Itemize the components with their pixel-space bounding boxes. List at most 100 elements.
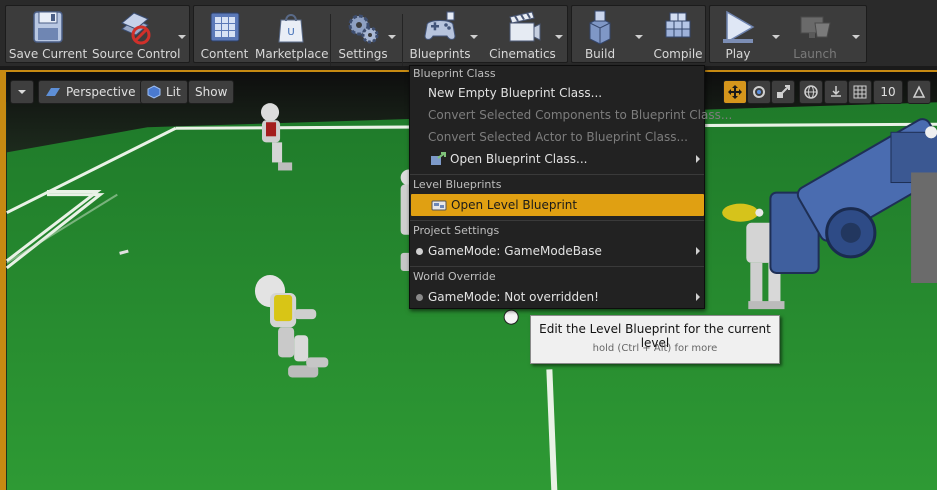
open-blueprint-class-item[interactable]: Open Blueprint Class... [410, 148, 704, 170]
content-button[interactable]: Content [197, 6, 252, 64]
open-blueprint-class-label: Open Blueprint Class... [450, 152, 588, 166]
tooltip-hint: hold (Ctrl + Alt) for more [592, 343, 718, 354]
blueprints-button[interactable]: Blueprints [407, 6, 473, 64]
compile-button[interactable]: Compile [650, 6, 706, 64]
marketplace-bag-icon: U [278, 14, 304, 43]
compile-label: Compile [653, 47, 703, 61]
toolbar-group-play: Play Launch [709, 5, 867, 63]
build-button[interactable]: Build [575, 6, 625, 64]
cinematics-dropdown-icon[interactable] [553, 32, 565, 42]
cinematics-button[interactable]: Cinematics [484, 6, 561, 64]
new-empty-blueprint-class-label: New Empty Blueprint Class... [428, 86, 603, 100]
gamepad-icon [424, 11, 456, 40]
build-dropdown-icon[interactable] [633, 32, 645, 42]
blueprints-dropdown-icon[interactable] [468, 32, 480, 42]
open-level-blueprint-tooltip: Edit the Level Blueprint for the current… [530, 315, 780, 364]
toolbar-separator [330, 14, 331, 66]
settings-button[interactable]: Settings [334, 6, 392, 64]
toolbar-separator [402, 14, 403, 66]
surface-snap-button[interactable] [824, 80, 848, 104]
new-empty-blueprint-class-item[interactable]: New Empty Blueprint Class... [410, 82, 704, 104]
toolbar-group-build: Build Compile [571, 5, 706, 63]
clapperboard-icon [508, 11, 540, 42]
marketplace-button[interactable]: U Marketplace [255, 6, 329, 64]
translate-mode-button[interactable] [723, 80, 747, 104]
gamemode-label: GameMode: GameModeBase [428, 244, 602, 258]
gamemode-override-dot-icon [416, 294, 423, 301]
level-blueprint-icon [431, 200, 447, 211]
lit-button[interactable]: Lit [140, 80, 188, 104]
section-project-settings: Project Settings [413, 224, 500, 237]
source-control-dropdown-icon[interactable] [176, 32, 188, 42]
convert-actor-label: Convert Selected Actor to Blueprint Clas… [428, 130, 688, 144]
convert-components-label: Convert Selected Components to Blueprint… [428, 108, 733, 122]
save-current-button[interactable]: Save Current [8, 6, 88, 64]
convert-actor-item[interactable]: Convert Selected Actor to Blueprint Clas… [410, 126, 704, 148]
content-label: Content [200, 47, 249, 61]
build-blocks-icon [589, 10, 611, 45]
compile-cubes-icon [665, 12, 691, 38]
launch-dropdown-icon[interactable] [850, 32, 862, 42]
build-label: Build [584, 47, 616, 61]
viewport-options-button[interactable] [10, 80, 34, 104]
scale-mode-button[interactable] [771, 80, 795, 104]
blueprints-label: Blueprints [409, 47, 471, 61]
cube-lit-icon [147, 85, 161, 99]
submenu-arrow-icon [696, 155, 700, 163]
gamemode-item[interactable]: GameMode: GameModeBase [410, 240, 704, 262]
settings-dropdown-icon[interactable] [386, 32, 398, 42]
rotate-icon [753, 86, 765, 98]
marketplace-label: Marketplace [255, 47, 329, 61]
gamemode-dot-icon [416, 248, 423, 255]
section-level-blueprints: Level Blueprints [413, 178, 502, 191]
menu-separator [410, 266, 704, 267]
play-icon [723, 10, 755, 44]
surface-snap-icon [831, 86, 841, 97]
perspective-button[interactable]: Perspective [38, 80, 143, 104]
soccer-ball-far [925, 126, 937, 139]
soccer-ball [503, 309, 519, 325]
show-button[interactable]: Show [188, 80, 235, 104]
menu-separator [410, 220, 704, 221]
gamemode-override-item[interactable]: GameMode: Not overridden! [410, 286, 704, 308]
source-control-icon [121, 12, 151, 45]
chevron-down-icon [18, 90, 26, 94]
grid-snap-value: 10 [880, 85, 896, 99]
menu-separator [410, 174, 704, 175]
svg-text:U: U [287, 27, 294, 38]
toolbar-group-file: Save Current Source Control [5, 5, 190, 63]
save-current-label: Save Current [8, 47, 88, 61]
cinematics-label: Cinematics [489, 47, 556, 61]
world-local-button[interactable] [799, 80, 823, 104]
section-world-override: World Override [413, 270, 496, 283]
source-control-button[interactable]: Source Control [92, 6, 181, 64]
floppy-disk-icon [33, 11, 63, 43]
convert-components-item[interactable]: Convert Selected Components to Blueprint… [410, 104, 732, 126]
play-button[interactable]: Play [713, 6, 763, 64]
submenu-arrow-icon [696, 247, 700, 255]
grid-snap-button[interactable] [848, 80, 872, 104]
gears-icon [348, 14, 379, 44]
grid-snap-value-button[interactable]: 10 [873, 80, 903, 104]
angle-icon [912, 85, 926, 98]
source-control-label: Source Control [92, 47, 181, 61]
launch-label: Launch [793, 47, 837, 61]
open-level-blueprint-label: Open Level Blueprint [451, 198, 578, 212]
content-grid-icon [210, 12, 239, 42]
rotation-snap-button[interactable] [907, 80, 931, 104]
unreal-editor-window: Save Current Source Control Content U Ma… [0, 0, 937, 490]
globe-icon [804, 85, 818, 99]
open-blueprint-icon [431, 152, 446, 165]
settings-label: Settings [338, 47, 388, 61]
play-dropdown-icon[interactable] [770, 32, 782, 42]
move-arrows-icon [728, 85, 742, 99]
play-label: Play [725, 47, 751, 61]
section-blueprint-class: Blueprint Class [413, 67, 496, 80]
main-toolbar: Save Current Source Control Content U Ma… [0, 0, 937, 66]
gamemode-override-label: GameMode: Not overridden! [428, 290, 599, 304]
launch-button[interactable]: Launch [786, 6, 844, 64]
rotate-mode-button[interactable] [747, 80, 771, 104]
blueprints-menu: Blueprint Class New Empty Blueprint Clas… [409, 65, 732, 309]
show-label: Show [195, 85, 228, 99]
open-level-blueprint-item[interactable]: Open Level Blueprint [411, 194, 704, 216]
